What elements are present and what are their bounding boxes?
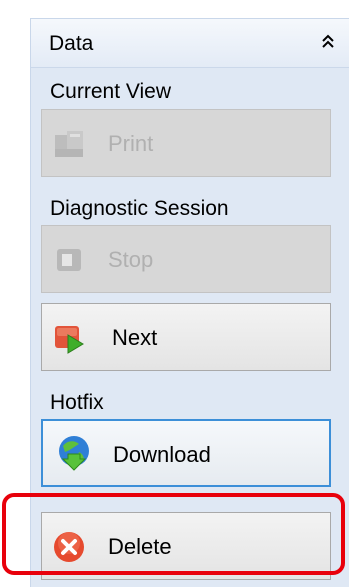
panel-body: Current View Print Diagnostic Session St… bbox=[31, 68, 349, 587]
group-label-diagnostic-session: Diagnostic Session bbox=[50, 197, 229, 220]
next-label: Next bbox=[112, 325, 158, 350]
stop-button[interactable]: Stop bbox=[41, 225, 331, 293]
group-label-hotfix: Hotfix bbox=[50, 391, 104, 414]
printer-icon bbox=[55, 131, 83, 157]
download-button[interactable]: Download bbox=[41, 419, 331, 487]
stop-icon bbox=[57, 249, 81, 271]
next-button[interactable]: Next bbox=[41, 303, 331, 371]
stop-label: Stop bbox=[108, 247, 154, 272]
delete-x-icon bbox=[54, 532, 84, 562]
download-label: Download bbox=[113, 442, 211, 467]
delete-button[interactable]: Delete bbox=[41, 512, 331, 580]
double-chevron-up-icon[interactable] bbox=[317, 31, 339, 53]
print-button[interactable]: Print bbox=[41, 109, 331, 177]
download-globe-icon bbox=[59, 436, 89, 471]
panel-title: Data bbox=[49, 32, 94, 55]
data-panel: Data Current View Print Diagnostic Sessi… bbox=[30, 18, 349, 587]
print-label: Print bbox=[108, 131, 154, 156]
panel-header: Data bbox=[31, 19, 349, 68]
next-play-icon bbox=[55, 326, 84, 354]
delete-label: Delete bbox=[108, 534, 172, 559]
